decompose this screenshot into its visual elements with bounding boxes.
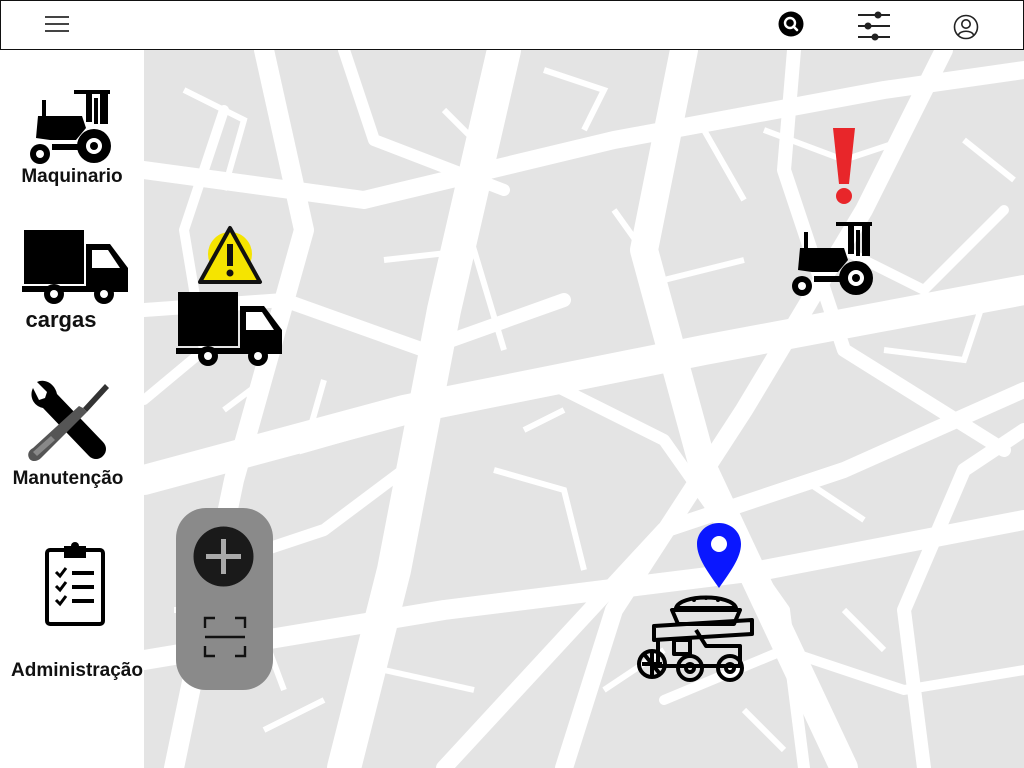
harvester-icon	[636, 590, 756, 691]
sliders-icon[interactable]	[857, 11, 891, 41]
truck-icon	[22, 228, 132, 311]
map-marker-tractor[interactable]	[790, 126, 876, 300]
tractor-icon	[790, 220, 874, 303]
sidebar-item-cargas[interactable]: cargas	[0, 228, 144, 332]
hamburger-menu-icon[interactable]	[45, 16, 69, 32]
sidebar-item-label: Maquinario	[21, 166, 123, 187]
street-map	[144, 50, 1024, 768]
user-profile-icon[interactable]	[953, 14, 979, 40]
map-marker-truck[interactable]	[176, 222, 286, 368]
clipboard-checklist-icon	[44, 542, 106, 631]
wrench-screwdriver-icon	[27, 378, 111, 469]
sidebar-item-label: cargas	[25, 307, 97, 332]
map-area[interactable]	[144, 50, 1024, 768]
fullscreen-icon[interactable]	[203, 616, 247, 663]
sidebar-item-label: Administração	[11, 660, 143, 681]
sidebar-item-label: Manutenção	[12, 468, 124, 489]
map-controls-panel	[176, 508, 273, 690]
top-bar	[0, 0, 1024, 50]
sidebar-item-manutencao[interactable]: Manutenção	[0, 378, 144, 489]
location-pin-icon	[696, 522, 742, 595]
truck-icon	[176, 290, 286, 373]
plus-icon[interactable]	[193, 526, 254, 592]
map-marker-harvester[interactable]	[636, 522, 756, 686]
search-icon[interactable]	[778, 11, 804, 37]
sidebar-item-maquinario[interactable]: Maquinario	[0, 88, 144, 190]
exclamation-icon	[830, 126, 858, 211]
sidebar: Maquinario cargas Manutenção Administraç…	[0, 50, 144, 768]
warning-triangle-icon	[196, 222, 266, 293]
tractor-icon	[28, 88, 112, 171]
sidebar-item-administracao[interactable]: Administração	[0, 542, 144, 682]
